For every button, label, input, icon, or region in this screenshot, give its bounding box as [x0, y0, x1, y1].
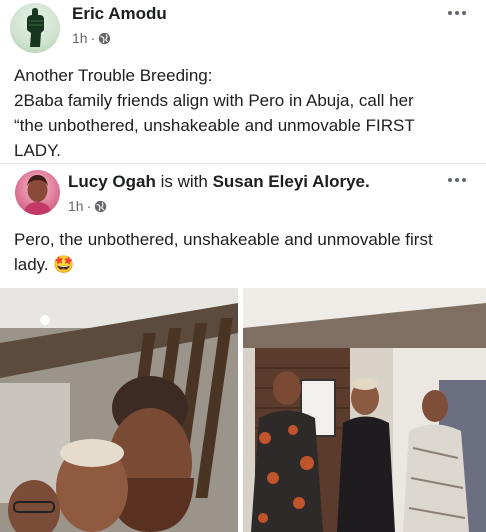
- shared-more-options-icon[interactable]: [448, 178, 466, 182]
- portrait-avatar-image: [23, 175, 52, 215]
- more-options-icon[interactable]: [448, 11, 466, 15]
- post-meta: 1h ·: [72, 30, 111, 46]
- post-body: Another Trouble Breeding: 2Baba family f…: [14, 63, 476, 163]
- raised-fist-avatar-image: [27, 8, 44, 47]
- group-photo: [243, 288, 486, 532]
- post-text-line: “the unbothered, unshakeable and unmovab…: [14, 116, 415, 135]
- post-author-name[interactable]: Eric Amodu: [72, 4, 167, 24]
- post-timestamp[interactable]: 1h: [72, 30, 88, 46]
- shared-text-line: Pero, the unbothered, unshakeable and un…: [14, 230, 433, 249]
- shared-post-body: Pero, the unbothered, unshakeable and un…: [14, 227, 476, 277]
- post-text-line: LADY.: [14, 141, 61, 160]
- tagged-person-name[interactable]: Susan Eleyi Alorye.: [213, 172, 370, 191]
- meta-separator: ·: [90, 30, 96, 46]
- shared-avatar[interactable]: [15, 170, 60, 215]
- globe-icon: [95, 200, 107, 212]
- shared-text-line: lady. 🤩: [14, 255, 75, 274]
- photo-left[interactable]: [0, 288, 238, 532]
- post-text-line: 2Baba family friends align with Pero in …: [14, 91, 414, 110]
- shared-author-name[interactable]: Lucy Ogah: [68, 172, 156, 191]
- is-with-text: is with: [160, 172, 208, 191]
- meta-separator: ·: [86, 198, 92, 214]
- post-text-line: Another Trouble Breeding:: [14, 66, 213, 85]
- divider: [0, 163, 486, 164]
- photo-right[interactable]: [243, 288, 486, 532]
- shared-timestamp[interactable]: 1h: [68, 198, 84, 214]
- shared-header-line: Lucy Ogah is with Susan Eleyi Alorye.: [68, 172, 370, 192]
- avatar[interactable]: [10, 3, 60, 53]
- selfie-photo: [0, 288, 238, 532]
- shared-meta: 1h ·: [68, 198, 107, 214]
- globe-icon: [99, 32, 111, 44]
